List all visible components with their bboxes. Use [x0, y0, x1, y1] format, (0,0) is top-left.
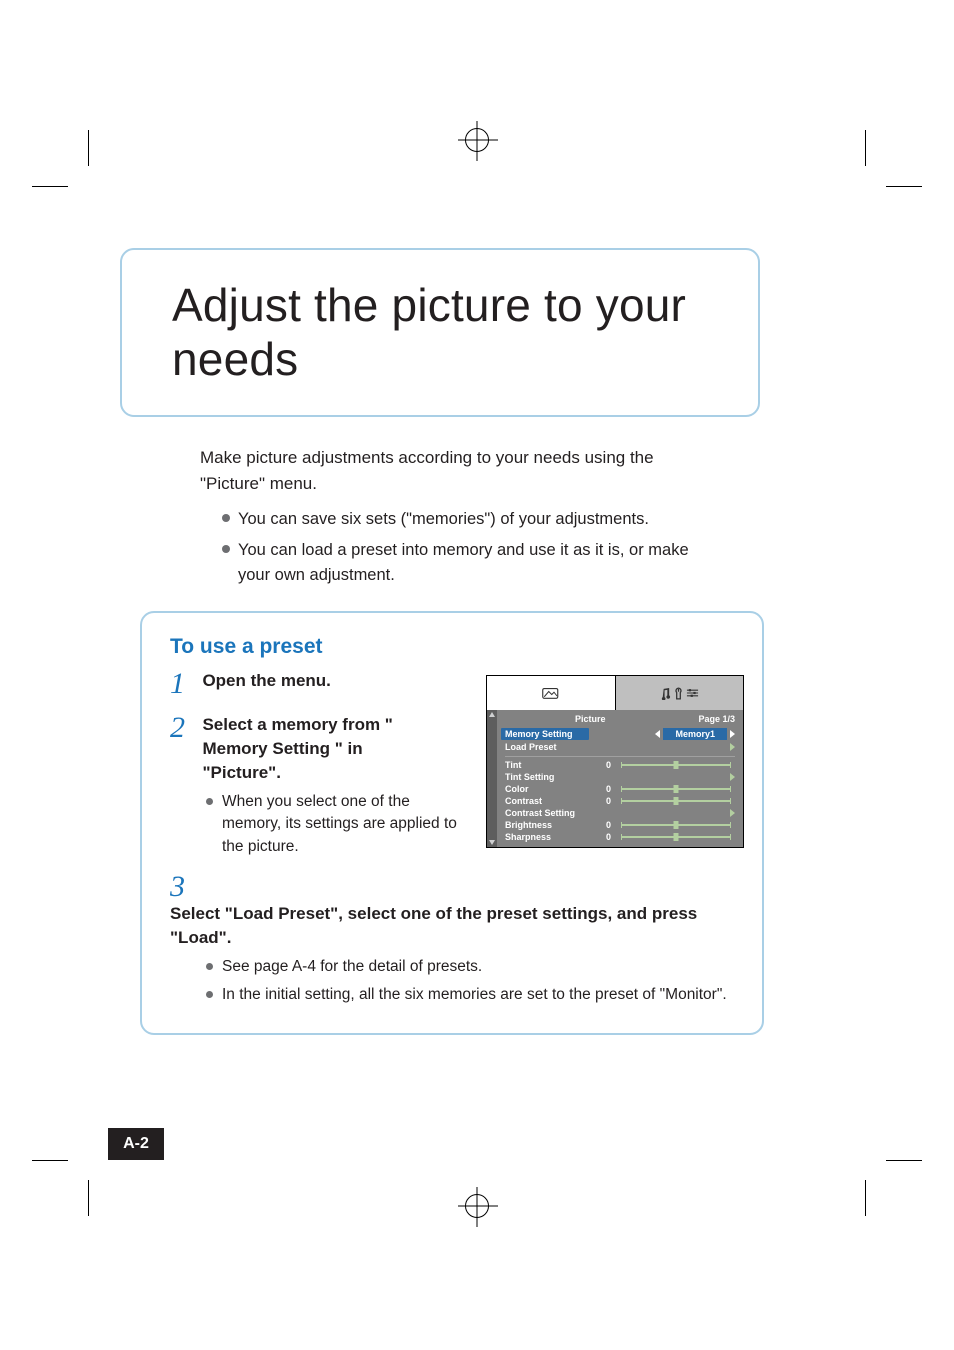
osd-page-indicator: Page 1/3: [698, 714, 735, 724]
crop-mark: [865, 1180, 866, 1216]
page-title: Adjust the picture to your needs: [172, 278, 726, 387]
osd-row-brightness[interactable]: Brightness 0: [497, 819, 743, 831]
osd-row-label: Contrast: [505, 796, 593, 806]
triangle-left-icon: [655, 730, 660, 738]
osd-row-value: 0: [593, 760, 611, 770]
step-head: Open the menu.: [202, 669, 330, 693]
osd-row-label: Load Preset: [505, 742, 593, 752]
osd-row-tint-setting[interactable]: Tint Setting: [497, 771, 743, 783]
osd-header: Picture Page 1/3: [497, 710, 743, 727]
intro-text: Make picture adjustments according to yo…: [200, 445, 700, 498]
crop-mark: [32, 1160, 68, 1161]
step-note: See page A-4 for the detail of presets.: [206, 956, 734, 978]
osd-memory-value: Memory1: [663, 728, 727, 740]
step-number: 3: [170, 872, 198, 902]
wrench-icon: [674, 687, 683, 700]
osd-tab-picture[interactable]: [487, 676, 615, 710]
osd-slider[interactable]: [621, 822, 731, 828]
osd-slider[interactable]: [621, 762, 731, 768]
osd-slider[interactable]: [621, 798, 731, 804]
scroll-down-icon: [489, 840, 495, 845]
crop-mark: [32, 186, 68, 187]
crop-mark: [865, 130, 866, 166]
triangle-right-icon: [730, 730, 735, 738]
preset-heading: To use a preset: [170, 635, 734, 659]
osd-row-color[interactable]: Color 0: [497, 783, 743, 795]
osd-scrollbar[interactable]: [487, 710, 497, 847]
osd-row-value: 0: [593, 784, 611, 794]
osd-row-label: Sharpness: [505, 832, 593, 842]
page: Adjust the picture to your needs Make pi…: [0, 0, 954, 1350]
step-number: 1: [170, 669, 198, 699]
crop-mark: [886, 186, 922, 187]
content-area: Adjust the picture to your needs Make pi…: [140, 248, 780, 1035]
step-note: When you select one of the memory, its s…: [206, 791, 466, 858]
osd-row-value: 0: [593, 820, 611, 830]
triangle-right-icon: [730, 809, 735, 817]
registration-mark-bottom: [465, 1194, 489, 1218]
osd-slider[interactable]: [621, 834, 731, 840]
osd-row-sharpness[interactable]: Sharpness 0: [497, 831, 743, 843]
osd-row-memory-setting[interactable]: Memory Setting Memory1: [497, 727, 743, 741]
osd-row-value: 0: [593, 832, 611, 842]
crop-mark: [88, 130, 89, 166]
osd-tabs: [487, 676, 743, 710]
osd-body: Picture Page 1/3 Memory Setting Memory1 …: [487, 710, 743, 847]
intro-bullet: You can load a preset into memory and us…: [222, 538, 700, 588]
osd-slider[interactable]: [621, 786, 731, 792]
page-number: A-2: [108, 1128, 164, 1160]
osd-row-label: Contrast Setting: [505, 808, 593, 818]
intro-bullets: You can save six sets ("memories") of yo…: [200, 507, 700, 587]
step-head: Select a memory from " Memory Setting " …: [202, 713, 432, 784]
osd-tab-label: Picture: [575, 714, 606, 724]
osd-row-label: Tint: [505, 760, 593, 770]
step-number: 2: [170, 713, 198, 743]
scroll-up-icon: [489, 712, 495, 717]
intro-bullet: You can save six sets ("memories") of yo…: [222, 507, 700, 532]
registration-mark-top: [465, 128, 489, 152]
osd-row-tint[interactable]: Tint 0: [497, 759, 743, 771]
title-block: Adjust the picture to your needs: [120, 248, 760, 417]
osd-row-label: Brightness: [505, 820, 593, 830]
osd-row-label: Memory Setting: [501, 728, 589, 740]
preset-box: To use a preset 1 Open the menu. 2 Selec…: [140, 611, 764, 1034]
crop-mark: [88, 1180, 89, 1216]
step-head: Select "Load Preset", select one of the …: [170, 902, 710, 950]
step-3: 3 Select "Load Preset", select one of th…: [170, 872, 734, 1007]
osd-tab-other[interactable]: [615, 676, 744, 710]
osd-row-value: 0: [593, 796, 611, 806]
triangle-right-icon: [730, 773, 735, 781]
music-note-icon: [660, 687, 671, 700]
crop-mark: [886, 1160, 922, 1161]
osd-row-contrast[interactable]: Contrast 0: [497, 795, 743, 807]
sliders-icon: [686, 688, 699, 698]
intro: Make picture adjustments according to yo…: [140, 445, 700, 588]
picture-tab-icon: [542, 686, 560, 700]
osd-row-label: Tint Setting: [505, 772, 593, 782]
osd-menu: Picture Page 1/3 Memory Setting Memory1 …: [486, 675, 744, 848]
osd-row-label: Color: [505, 784, 593, 794]
step-note: In the initial setting, all the six memo…: [206, 984, 734, 1006]
osd-row-load-preset[interactable]: Load Preset: [497, 741, 743, 753]
osd-separator: [505, 756, 735, 757]
triangle-right-icon: [730, 743, 735, 751]
osd-row-contrast-setting[interactable]: Contrast Setting: [497, 807, 743, 819]
